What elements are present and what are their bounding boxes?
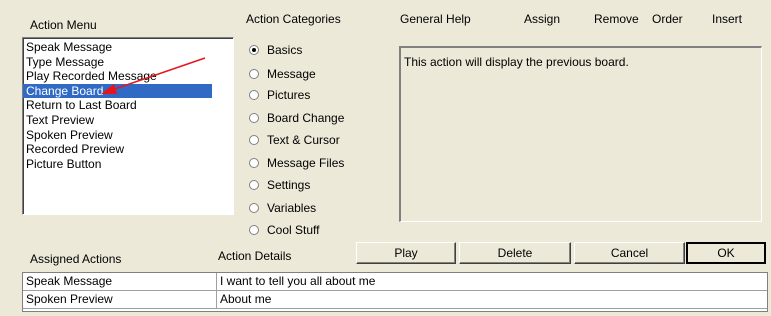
category-label: Message Files — [267, 156, 345, 170]
action-menu-item[interactable]: Text Preview — [23, 113, 233, 128]
assigned-action-cell[interactable]: Spoken Preview — [23, 291, 217, 308]
action-menu-item[interactable]: Return to Last Board — [23, 98, 233, 113]
radio-unchecked-icon[interactable] — [249, 180, 259, 190]
action-menu-item[interactable]: Type Message — [23, 55, 233, 70]
category-label: Pictures — [267, 88, 311, 102]
general-help-panel: This action will display the previous bo… — [399, 46, 762, 222]
category-label: Settings — [267, 178, 311, 192]
category-label: Message — [267, 67, 316, 81]
general-help-tab[interactable]: General Help — [400, 12, 471, 26]
remove-tab[interactable]: Remove — [594, 12, 639, 26]
action-menu-item[interactable]: Speak Message — [23, 40, 233, 55]
help-text: This action will display the previous bo… — [404, 55, 629, 69]
action-menu-item[interactable]: Recorded Preview — [23, 142, 233, 157]
category-radio-basics[interactable]: Basics — [249, 42, 302, 58]
assigned-actions-table[interactable]: Speak Message I want to tell you all abo… — [22, 272, 768, 312]
action-details-cell[interactable]: About me — [217, 291, 271, 308]
order-tab[interactable]: Order — [652, 12, 683, 26]
radio-unchecked-icon[interactable] — [249, 135, 259, 145]
radio-unchecked-icon[interactable] — [249, 90, 259, 100]
radio-unchecked-icon[interactable] — [249, 69, 259, 79]
action-details-header: Action Details — [218, 249, 292, 263]
action-details-cell[interactable]: I want to tell you all about me — [217, 273, 375, 290]
category-radio-message-files[interactable]: Message Files — [249, 155, 344, 171]
category-radio-message[interactable]: Message — [249, 66, 316, 82]
assigned-actions-header: Assigned Actions — [30, 252, 122, 266]
action-menu-header: Action Menu — [30, 18, 97, 32]
radio-unchecked-icon[interactable] — [249, 225, 259, 235]
cancel-button[interactable]: Cancel — [574, 242, 685, 264]
category-radio-board-change[interactable]: Board Change — [249, 110, 344, 126]
radio-unchecked-icon[interactable] — [249, 203, 259, 213]
category-radio-cool-stuff[interactable]: Cool Stuff — [249, 222, 319, 238]
action-menu-item[interactable]: Play Recorded Message — [23, 69, 233, 84]
action-menu-item[interactable]: Picture Button — [23, 157, 233, 172]
delete-button[interactable]: Delete — [459, 242, 571, 264]
category-radio-text-cursor[interactable]: Text & Cursor — [249, 132, 340, 148]
insert-tab[interactable]: Insert — [712, 12, 742, 26]
ok-button[interactable]: OK — [686, 242, 766, 264]
category-label: Variables — [267, 201, 317, 215]
action-menu-item[interactable]: Spoken Preview — [23, 128, 233, 143]
category-label: Board Change — [267, 111, 345, 125]
category-label: Cool Stuff — [267, 223, 320, 237]
category-radio-pictures[interactable]: Pictures — [249, 87, 310, 103]
action-menu-list[interactable]: Speak Message Type Message Play Recorded… — [22, 37, 234, 215]
assign-tab[interactable]: Assign — [524, 12, 560, 26]
assigned-action-cell[interactable]: Speak Message — [23, 273, 217, 290]
action-categories-header: Action Categories — [246, 12, 341, 26]
category-label: Basics — [267, 43, 303, 57]
radio-checked-icon[interactable] — [249, 45, 259, 55]
category-radio-settings[interactable]: Settings — [249, 177, 310, 193]
radio-unchecked-icon[interactable] — [249, 113, 259, 123]
table-row[interactable]: Speak Message I want to tell you all abo… — [23, 273, 767, 291]
category-radio-variables[interactable]: Variables — [249, 200, 316, 216]
radio-unchecked-icon[interactable] — [249, 158, 259, 168]
table-row[interactable]: Spoken Preview About me — [23, 291, 767, 309]
play-button[interactable]: Play — [356, 242, 456, 264]
action-menu-item-selected[interactable]: Change Board — [23, 83, 212, 99]
category-label: Text & Cursor — [267, 133, 340, 147]
